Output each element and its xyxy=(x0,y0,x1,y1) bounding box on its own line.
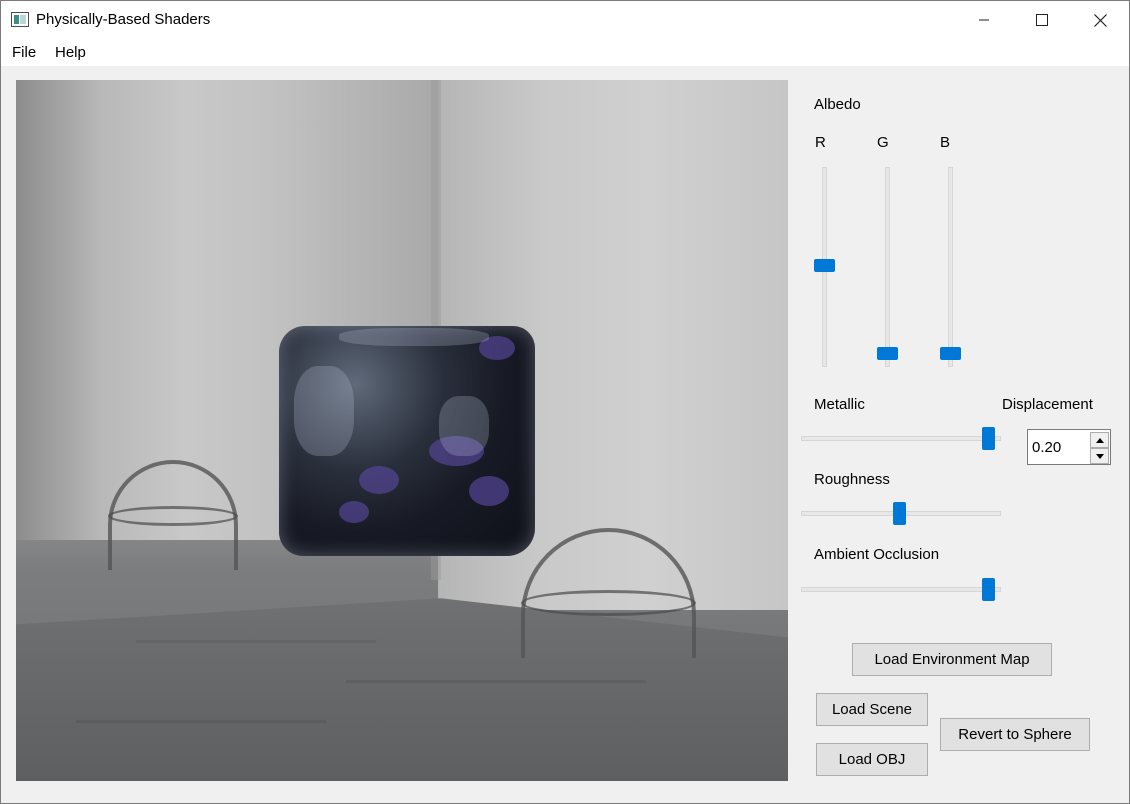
roughness-slider-thumb[interactable] xyxy=(893,502,906,525)
client-area: Albedo R G B Metallic Displacement 0.20 … xyxy=(1,66,1129,803)
albedo-g-slider-thumb[interactable] xyxy=(877,347,898,360)
app-icon xyxy=(11,12,29,27)
albedo-r-slider-thumb[interactable] xyxy=(814,259,835,272)
menu-file[interactable]: File xyxy=(12,44,36,61)
close-button[interactable] xyxy=(1071,1,1129,39)
maximize-button[interactable] xyxy=(1013,1,1071,39)
albedo-g-slider[interactable] xyxy=(876,167,900,369)
revert-to-sphere-button[interactable]: Revert to Sphere xyxy=(940,718,1090,751)
render-viewport[interactable] xyxy=(16,80,788,781)
metallic-slider-thumb[interactable] xyxy=(982,427,995,450)
displacement-spinbox[interactable]: 0.20 xyxy=(1027,429,1111,465)
load-environment-map-button[interactable]: Load Environment Map xyxy=(852,643,1052,676)
albedo-g-label: G xyxy=(877,134,889,151)
albedo-b-slider[interactable] xyxy=(939,167,963,369)
roughness-slider[interactable] xyxy=(801,501,1001,527)
ambient-occlusion-label: Ambient Occlusion xyxy=(814,546,940,563)
window-title: Physically-Based Shaders xyxy=(36,11,211,28)
maximize-icon xyxy=(1036,14,1048,26)
title-bar: Physically-Based Shaders xyxy=(1,1,1129,39)
menu-bar: File Help xyxy=(1,39,1129,66)
minimize-icon xyxy=(979,19,989,21)
minimize-button[interactable] xyxy=(955,1,1013,39)
albedo-b-label: B xyxy=(940,134,951,151)
metallic-label: Metallic xyxy=(814,396,865,413)
load-scene-button[interactable]: Load Scene xyxy=(816,693,928,726)
spin-down-icon xyxy=(1095,453,1104,459)
displacement-label: Displacement xyxy=(1002,396,1093,413)
metallic-slider[interactable] xyxy=(801,426,1001,452)
ambient-occlusion-slider[interactable] xyxy=(801,577,1001,603)
spin-up-button[interactable] xyxy=(1090,432,1109,448)
main-window: Physically-Based Shaders File Help Albed… xyxy=(0,0,1130,804)
displacement-value[interactable]: 0.20 xyxy=(1032,439,1061,456)
load-obj-button[interactable]: Load OBJ xyxy=(816,743,928,776)
ambient-occlusion-slider-thumb[interactable] xyxy=(982,578,995,601)
spin-up-icon xyxy=(1095,437,1104,443)
menu-help[interactable]: Help xyxy=(55,44,86,61)
albedo-r-slider[interactable] xyxy=(813,167,837,369)
albedo-b-slider-thumb[interactable] xyxy=(940,347,961,360)
rendered-cube-model xyxy=(279,326,535,556)
close-icon xyxy=(1093,13,1107,27)
albedo-label: Albedo xyxy=(814,96,861,113)
spin-down-button[interactable] xyxy=(1090,448,1109,464)
albedo-r-label: R xyxy=(815,134,826,151)
roughness-label: Roughness xyxy=(814,471,890,488)
